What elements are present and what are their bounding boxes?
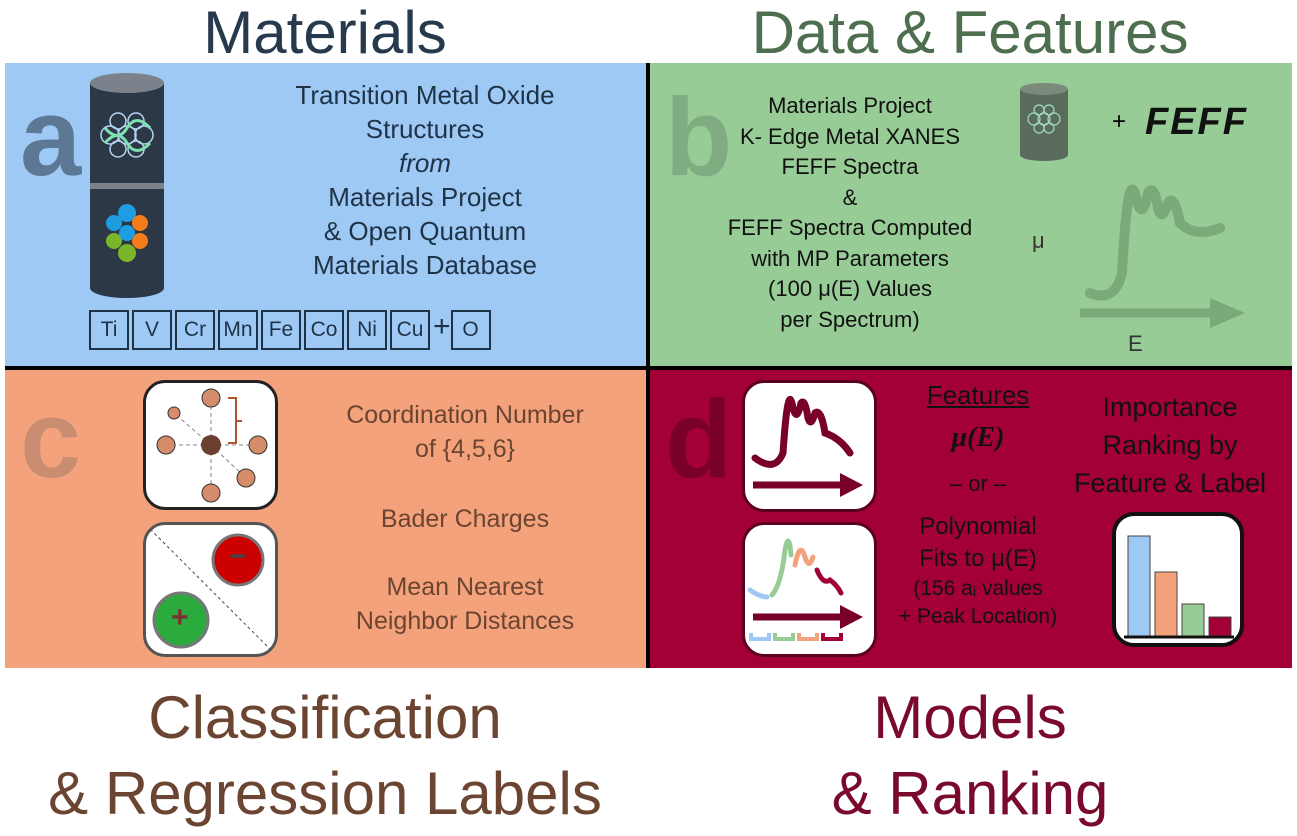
title-line: Models: [873, 684, 1067, 751]
text-line: Neighbor Distances: [355, 607, 575, 635]
text-line: Polynomial: [919, 513, 1037, 540]
title-line: Classification: [148, 684, 502, 751]
element-box: Ni: [347, 310, 387, 350]
text-line: Bader Charges: [380, 505, 550, 533]
divider-horizontal: [5, 366, 1292, 370]
mu-feature: μ(E): [951, 422, 1005, 453]
y-axis-label: μ: [1032, 228, 1045, 253]
panel-b-text: Materials Project K- Edge Metal XANES FE…: [700, 91, 1000, 335]
plus-sign: +: [433, 310, 451, 343]
importance-bar-chart-icon: [1112, 512, 1244, 647]
element-list: Ti V Cr Mn Fe Co Ni Cu + O: [89, 310, 494, 350]
text-line: K- Edge Metal XANES: [739, 123, 961, 149]
text-line: Importance: [1102, 392, 1238, 422]
x-axis-label: E: [1128, 331, 1143, 356]
charges-icon: − +: [143, 522, 278, 657]
panel-letter: c: [20, 378, 82, 501]
features-heading: Features: [926, 380, 1030, 410]
plus-sign: +: [1112, 108, 1127, 135]
poly-text: Polynomial Fits to μ(E) (156 aᵢ values +…: [878, 511, 1078, 631]
text-line: FEFF Spectra: [781, 154, 919, 179]
element-box: Mn: [218, 310, 258, 350]
element-box: Cr: [175, 310, 215, 350]
text-line: per Spectrum): [780, 306, 920, 332]
text-line: Fits to μ(E): [919, 545, 1037, 572]
text-line: Mean Nearest: [386, 573, 544, 601]
text-line: Materials Database: [313, 250, 537, 280]
polynomial-fit-icon: [742, 522, 877, 657]
text-line: Materials Project: [768, 93, 932, 118]
text-line: Ranking by: [1102, 430, 1238, 460]
database-icon: [90, 73, 164, 298]
text-line: Structures: [365, 114, 485, 144]
or-separator: – or –: [949, 471, 1007, 496]
element-box: Fe: [261, 310, 301, 350]
text-line: from: [399, 148, 451, 178]
text-line: (156 aᵢ values: [913, 577, 1043, 600]
plus-sign: +: [171, 601, 189, 634]
spectrum-icon: [1080, 184, 1245, 328]
text-line: Materials Project: [328, 182, 522, 212]
panel-b: b Materials Project K- Edge Metal XANES …: [650, 63, 1292, 366]
panel-c: c − + Coordination Number of {4,5,6} Bad…: [5, 370, 647, 668]
panel-c-text: Coordination Number of {4,5,6} Bader Cha…: [305, 398, 625, 638]
text-line: with MP Parameters: [751, 245, 949, 271]
text-line: Coordination Number: [346, 401, 584, 429]
minus-sign: −: [229, 540, 247, 573]
panel-d-ranking: Importance Ranking by Feature & Label: [1050, 388, 1290, 502]
text-line: & Open Quantum: [323, 216, 527, 246]
title-data-features: Data & Features: [751, 0, 1189, 66]
text-line: (100 μ(E) Values: [768, 276, 932, 301]
panel-letter: d: [665, 378, 733, 501]
text-line: FEFF Spectra Computed: [727, 215, 973, 240]
panel-a-text: Transition Metal Oxide Structures from M…: [235, 78, 615, 282]
panel-a: a Transition Metal Oxide Structures from…: [5, 63, 647, 366]
title-line: & Regression Labels: [48, 760, 602, 827]
database-icon: [1020, 83, 1068, 161]
feff-logo: FEFF: [1145, 101, 1248, 143]
spectrum-feature-icon: [742, 380, 877, 512]
text-line: of {4,5,6}: [414, 435, 516, 463]
title-materials: Materials: [203, 0, 447, 66]
panel-letter: a: [20, 76, 82, 199]
panel-d: d Features μ(E) – or – Polynomial Fits t…: [650, 370, 1292, 668]
coordination-icon: [143, 380, 278, 510]
element-box: Cu: [390, 310, 430, 350]
text-line: + Peak Location): [898, 605, 1058, 628]
text-line: Transition Metal Oxide: [295, 80, 555, 110]
element-box: V: [132, 310, 172, 350]
text-line: Feature & Label: [1073, 468, 1267, 498]
element-box: Ti: [89, 310, 129, 350]
title-models: Models & Ranking: [648, 680, 1292, 832]
element-box: Co: [304, 310, 344, 350]
element-box: O: [450, 310, 491, 350]
title-classification: Classification & Regression Labels: [5, 680, 645, 832]
title-line: & Ranking: [831, 760, 1109, 827]
panel-d-features: Features μ(E) – or – Polynomial Fits to …: [878, 378, 1078, 631]
text-line: &: [842, 184, 858, 210]
